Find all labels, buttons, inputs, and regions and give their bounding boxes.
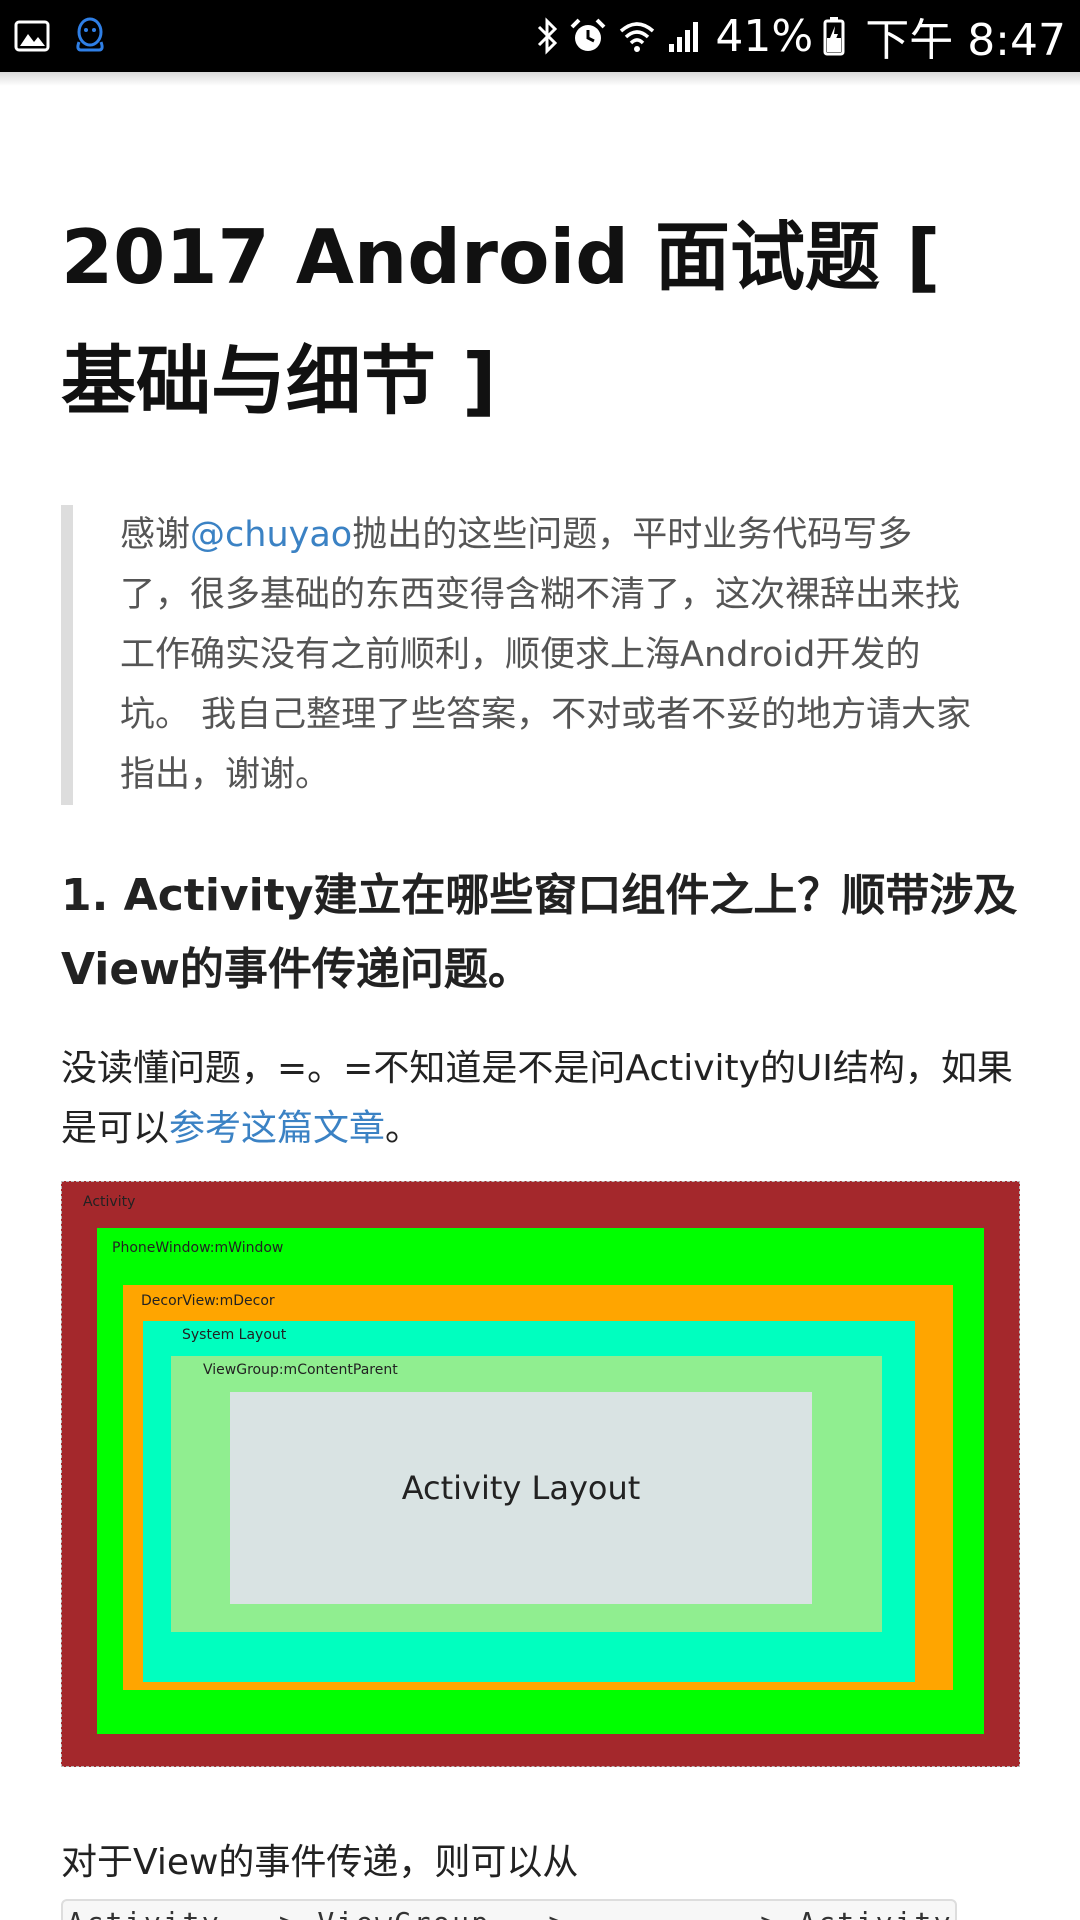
code-snippet: Activity --> ViewGroup --> ...... --> Ac… — [61, 1899, 957, 1920]
paragraph: 没读懂问题，=。=不知道是不是问Activity的UI结构，如果是可以参考这篇文… — [61, 1039, 1020, 1159]
status-right: 41% 下午 8:47 — [535, 4, 1066, 68]
paragraph-2: 对于View的事件传递，则可以从 — [61, 1842, 579, 1883]
status-bar: 41% 下午 8:47 — [0, 0, 1080, 72]
decor-view-label: DecorView:mDecor — [141, 1293, 275, 1309]
phone-window-label: PhoneWindow:mWindow — [112, 1240, 284, 1256]
battery-icon — [823, 16, 845, 56]
system-layout-label: System Layout — [182, 1327, 287, 1343]
activity-layout-box: Activity Layout — [230, 1392, 812, 1604]
phone-window-box: PhoneWindow:mWindow DecorView:mDecor Sys… — [97, 1228, 984, 1734]
alarm-icon — [569, 17, 607, 55]
bluetooth-icon — [535, 17, 559, 55]
wifi-icon — [617, 17, 657, 55]
qq-icon — [72, 16, 108, 56]
battery-percent: 41% — [715, 10, 814, 62]
quote-prefix: 感谢 — [120, 515, 191, 555]
section-heading: 1. Activity建立在哪些窗口组件之上？顺带涉及View的事件传递问题。 — [61, 870, 1018, 995]
status-time: 下午 8:47 — [865, 15, 1066, 66]
gallery-icon — [14, 20, 50, 52]
content-parent-label: ViewGroup:mContentParent — [203, 1362, 398, 1378]
article-title: 2017 Android 面试题 [ 基础与细节 ] — [61, 213, 941, 425]
system-layout-box: System Layout ViewGroup:mContentParent A… — [143, 1321, 915, 1682]
activity-layout-label: Activity Layout — [401, 1469, 641, 1507]
paragraph-end: 。 — [385, 1108, 422, 1149]
content-parent-box: ViewGroup:mContentParent Activity Layout — [171, 1356, 882, 1632]
mention-link[interactable]: @chuyao — [190, 515, 352, 555]
reference-article-link[interactable]: 参考这篇文章 — [169, 1108, 385, 1149]
quote-text: 抛出的这些问题，平时业务代码写多了，很多基础的东西变得含糊不清了，这次裸辞出来找… — [120, 515, 972, 795]
decor-view-box: DecorView:mDecor System Layout ViewGroup… — [123, 1285, 953, 1690]
status-left — [14, 16, 108, 56]
blockquote: 感谢@chuyao抛出的这些问题，平时业务代码写多了，很多基础的东西变得含糊不清… — [61, 505, 1020, 805]
activity-structure-diagram: Activity PhoneWindow:mWindow DecorView:m… — [61, 1181, 1020, 1767]
activity-label: Activity — [83, 1194, 136, 1210]
signal-icon — [667, 18, 705, 54]
article-content[interactable]: 2017 Android 面试题 [ 基础与细节 ] 感谢@chuyao抛出的这… — [0, 72, 1080, 1920]
